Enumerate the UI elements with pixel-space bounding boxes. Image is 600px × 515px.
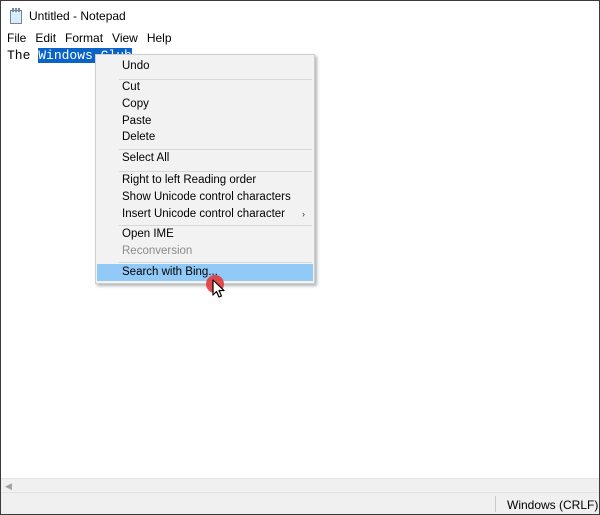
ctx-reconversion: Reconversion [122,245,193,257]
horizontal-scrollbar[interactable]: ◀ [1,478,599,492]
ctx-paste[interactable]: Paste [97,113,313,130]
notepad-icon [9,7,23,24]
scroll-left-arrow-icon[interactable]: ◀ [5,481,12,492]
menu-help[interactable]: Help [147,31,172,45]
chevron-right-icon: › [302,209,305,219]
menu-bar: File Edit Format View Help [1,30,599,46]
status-bar: Windows (CRLF) [1,492,599,514]
menu-separator [119,262,312,263]
ctx-insert-unicode-label: Insert Unicode control character [122,208,285,220]
arrow-cursor-icon [212,279,225,298]
ctx-cut[interactable]: Cut [97,79,313,96]
status-divider [495,496,496,512]
line-ending-status: Windows (CRLF) [507,498,599,512]
context-menu: Undo Cut Copy Paste Delete Select All Ri… [95,54,315,284]
menu-file[interactable]: File [7,31,26,45]
ctx-open-ime[interactable]: Open IME [97,226,313,243]
ctx-undo[interactable]: Undo [97,58,313,75]
menu-format[interactable]: Format [65,31,103,45]
ctx-insert-unicode[interactable]: Insert Unicode control character › [97,206,313,223]
ctx-show-unicode[interactable]: Show Unicode control characters [97,189,313,206]
ctx-search-with-bing[interactable]: Search with Bing... [97,264,313,281]
ctx-delete[interactable]: Delete [97,129,313,146]
menu-view[interactable]: View [112,31,138,45]
title-bar[interactable]: Untitled - Notepad [1,1,599,30]
window-title: Untitled - Notepad [29,8,126,23]
menu-edit[interactable]: Edit [35,31,56,45]
ctx-copy[interactable]: Copy [97,96,313,113]
ctx-select-all[interactable]: Select All [97,150,313,167]
ctx-rtl-reading-order[interactable]: Right to left Reading order [97,172,313,189]
text-before-selection: The [7,48,39,63]
mouse-cursor [206,275,230,301]
